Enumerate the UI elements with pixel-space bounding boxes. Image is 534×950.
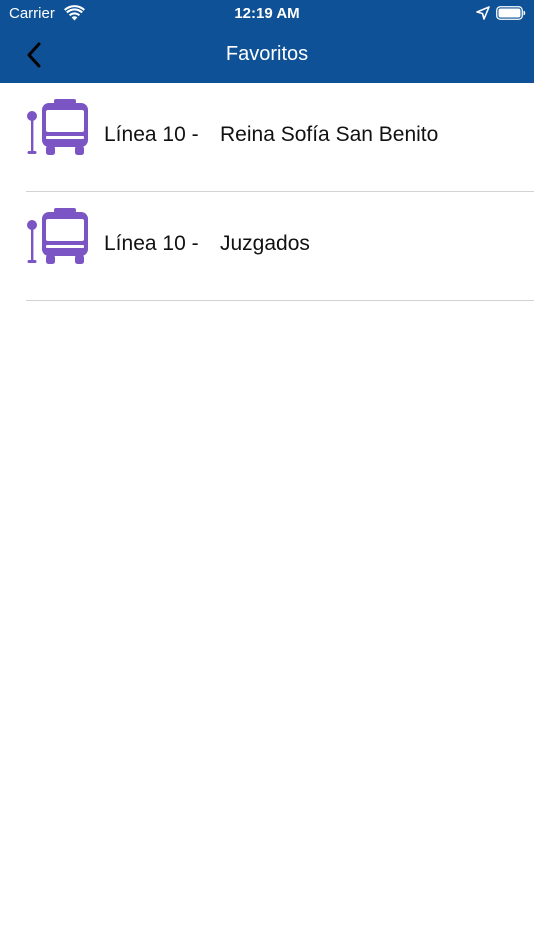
navigation-bar: Favoritos	[0, 28, 534, 83]
line-label: Línea 10 -	[104, 232, 199, 255]
favorites-list: Línea 10 - Reina Sofía San Benito Línea …	[0, 83, 534, 301]
top-bar: Carrier 12:19 AM Favoritos	[0, 0, 534, 83]
stop-name: Reina Sofía San Benito	[220, 123, 439, 146]
favorite-item[interactable]: Línea 10 - Juzgados	[0, 192, 534, 301]
bus-stop-icon	[27, 99, 88, 155]
location-arrow-icon	[476, 6, 490, 20]
favorite-item[interactable]: Línea 10 - Reina Sofía San Benito	[0, 83, 534, 192]
status-bar: Carrier 12:19 AM	[0, 0, 534, 28]
line-label: Línea 10 -	[104, 123, 199, 146]
battery-icon	[496, 6, 526, 20]
row-separator	[26, 300, 534, 301]
status-time: 12:19 AM	[234, 5, 300, 22]
stop-name: Juzgados	[220, 232, 310, 255]
bus-stop-icon	[27, 208, 88, 264]
page-title: Favoritos	[225, 43, 309, 65]
